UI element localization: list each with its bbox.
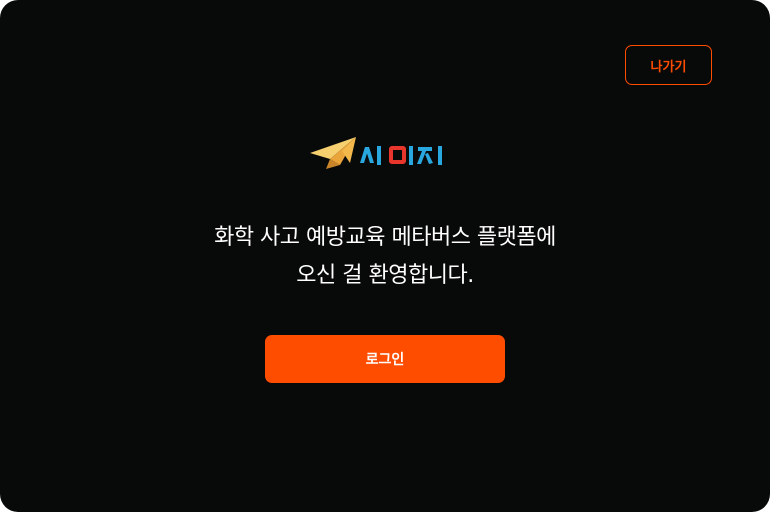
logo-wordmark [360, 146, 442, 165]
login-button[interactable]: 로그인 [265, 335, 505, 383]
paper-plane-icon [310, 137, 442, 169]
exit-button[interactable]: 나가기 [625, 45, 712, 85]
login-button-label: 로그인 [365, 352, 405, 368]
welcome-message: 화학 사고 예방교육 메타버스 플랫폼에 오신 걸 환영합니다. [0, 219, 770, 295]
welcome-panel: 나가기 화학 사고 예방교육 메타버스 플랫폼에 오신 걸 환영합니다. 로그인 [0, 0, 770, 512]
welcome-line-2: 오신 걸 환영합니다. [296, 263, 474, 288]
exit-button-label: 나가기 [650, 59, 687, 75]
welcome-line-1: 화학 사고 예방교육 메타버스 플랫폼에 [214, 225, 556, 250]
logo [310, 135, 450, 171]
